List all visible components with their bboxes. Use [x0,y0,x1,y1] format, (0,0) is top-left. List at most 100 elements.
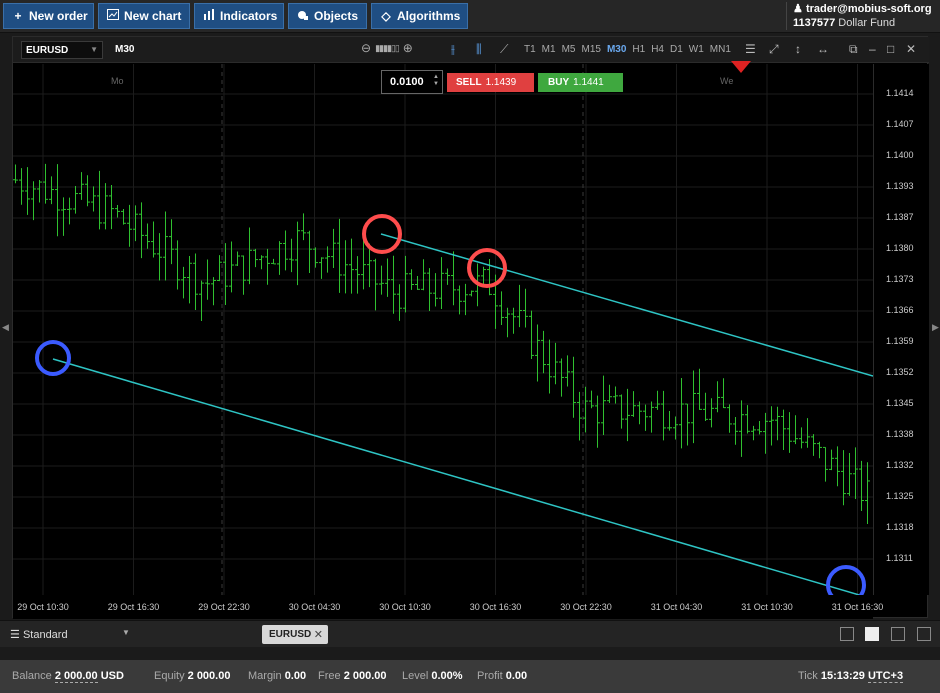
new-order-button[interactable]: + New order [3,3,94,29]
price-bar [811,434,816,456]
price-bar [175,240,180,290]
price-bar [685,403,690,446]
price-bar [745,405,750,434]
algorithms-button[interactable]: ◇ Algorithms [371,3,468,29]
level-status: Level 0.00% [402,670,463,682]
layout-single-icon[interactable] [840,627,854,641]
low-marker-circle [35,340,71,376]
diamond-icon: ◇ [381,9,391,23]
layout-grid-icon[interactable] [865,627,879,641]
zoom-out-icon[interactable]: ⊖ [361,41,371,55]
price-bar [805,418,810,448]
workspace-template-select[interactable]: ☰ Standard ▼ [10,628,130,641]
close-icon[interactable]: ✕ [906,42,916,56]
lot-size-input[interactable]: 0.0100 ▲ ▼ [381,70,443,94]
close-tab-icon[interactable]: ✕ [314,628,323,641]
tab-eurusd[interactable]: EURUSD ✕ [262,625,328,644]
symbol-select[interactable]: EURUSD ▼ [21,41,103,59]
expand-icon[interactable]: ⤢ [769,42,779,57]
price-bar [625,388,630,442]
chart-tabs-bar: ☰ Standard ▼ EURUSD ✕ [0,620,940,647]
account-fund: Dollar Fund [838,17,896,29]
price-bar [505,307,510,338]
time-tick-label: 30 Oct 04:30 [288,602,341,612]
price-tick-label: 1.1311 [886,553,913,563]
price-bar [517,284,522,328]
price-bar [601,375,606,435]
price-tick-label: 1.1325 [886,491,914,501]
timeframe-mn1[interactable]: MN1 [710,44,731,55]
price-tick-label: 1.1387 [886,212,914,222]
price-bar [67,197,72,225]
price-bar [265,248,270,285]
price-bar [511,307,516,334]
free-status: Free 2 000.00 [318,670,387,682]
right-panel-arrow-icon[interactable]: ▶ [932,322,939,333]
price-bar [727,404,732,433]
price-bar [319,257,324,279]
price-bar [193,253,198,311]
timeframe-h4[interactable]: H4 [651,44,664,55]
layout-rows-icon[interactable] [917,627,931,641]
price-tick-label: 1.1414 [886,88,914,98]
time-axis[interactable]: 29 Oct 10:30 29 Oct 16:30 29 Oct 22:30 30 O… [13,595,883,619]
profit-status: Profit 0.00 [477,670,528,682]
price-bar [169,219,174,265]
horizontal-resize-icon[interactable]: ↔ [817,42,829,56]
price-bar [415,275,420,290]
template-menu-icon[interactable]: ☰ [745,42,756,56]
price-bar [49,176,54,205]
candle-chart-icon[interactable]: ⫼ [476,42,482,57]
price-bar [313,247,318,268]
account-status-bar: Balance 2 000.00 USD Equity 2 000.00 Mar… [0,660,940,693]
buy-button[interactable]: BUY 1.1441 [538,73,623,92]
price-bar [337,218,342,293]
line-chart-icon[interactable]: ⟋ [500,42,508,57]
price-bar [217,255,222,282]
new-chart-button[interactable]: New chart [98,3,190,29]
timeframe-d1[interactable]: D1 [670,44,683,55]
price-tick-label: 1.1407 [886,119,914,129]
timeframe-h1[interactable]: H1 [632,44,645,55]
minimize-icon[interactable]: – [869,42,876,56]
candles-svg [13,64,873,595]
timeframe-m1[interactable]: M1 [542,44,556,55]
price-bar [469,290,474,297]
current-timeframe: M30 [115,44,135,55]
spinner-icon[interactable]: ▲ ▼ [433,74,439,88]
balance-value[interactable]: 2 000.00 [54,670,98,683]
price-bar [25,167,30,215]
timezone-select[interactable]: UTC+3 [867,670,904,683]
price-plot[interactable]: Mo We [13,64,873,595]
timeframe-m5[interactable]: M5 [562,44,576,55]
account-user: trader@mobius-soft.org [805,3,932,15]
account-info[interactable]: ♟ trader@mobius-soft.org 1137577 Dollar … [786,2,932,30]
time-tick-label: 31 Oct 04:30 [650,602,703,612]
vertical-resize-icon[interactable]: ↕ [795,42,801,56]
indicators-button[interactable]: Indicators [194,3,284,29]
objects-button[interactable]: Objects [288,3,367,29]
timeframe-t1[interactable]: T1 [524,44,536,55]
price-bar [115,204,120,218]
bar-chart-icon[interactable]: ⫲ [451,42,455,57]
timeframe-m15[interactable]: M15 [581,44,600,55]
detach-icon[interactable]: ⧉ [849,42,858,57]
time-tick-label: 29 Oct 22:30 [198,602,250,612]
free-value: 2 000.00 [343,670,387,682]
price-bar [661,390,666,441]
sell-button[interactable]: SELL 1.1439 [447,73,534,92]
layout-columns-icon[interactable] [891,627,905,641]
channel-lower-line [52,358,863,595]
price-tick-label: 1.1380 [886,243,914,253]
left-panel-arrow-icon[interactable]: ◀ [2,322,9,333]
zoom-in-icon[interactable]: ⊕ [403,41,413,55]
maximize-icon[interactable]: □ [887,42,894,56]
price-bar [769,406,774,446]
timeframe-w1[interactable]: W1 [689,44,704,55]
price-bar [211,277,216,306]
price-axis[interactable]: 1.1414 1.1407 1.1400 1.1393 1.1387 1.1380 1.13… [873,64,929,595]
channel-upper-line [380,233,873,377]
account-number: 1137577 [793,17,836,29]
zoom-slider[interactable]: ▮▮▮▮▯▯ [375,43,400,54]
timeframe-m30[interactable]: M30 [607,44,626,55]
